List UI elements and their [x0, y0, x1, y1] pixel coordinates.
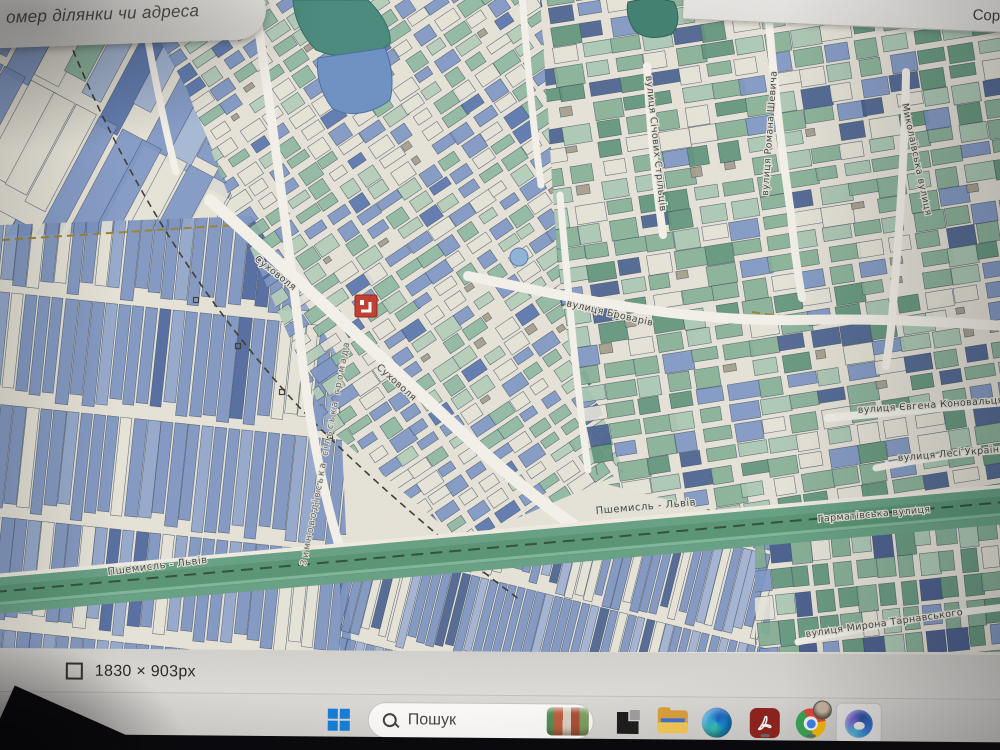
file-explorer-button[interactable]	[656, 705, 690, 739]
taskbar-search-label: Пошук	[407, 711, 457, 729]
acrobat-button[interactable]	[748, 706, 782, 740]
paint-button[interactable]	[835, 702, 882, 745]
taskbar-search-input[interactable]: Пошук	[367, 701, 594, 740]
task-view-button[interactable]	[612, 705, 646, 739]
copilot-button[interactable]: Copilot	[972, 7, 1000, 26]
selection-rectangle-icon	[65, 662, 83, 680]
running-indicator	[806, 734, 816, 738]
cadastral-map[interactable]: Суховоля Суховоля вулиця Броварів вулиця Сі…	[0, 0, 1000, 652]
selection-dimensions: 1830 × 903px	[94, 662, 196, 680]
paint-icon	[844, 709, 873, 738]
windows-logo-icon	[327, 708, 350, 731]
search-icon	[382, 712, 400, 728]
edge-button[interactable]	[700, 706, 734, 740]
selected-parcel-marker[interactable]	[354, 294, 378, 318]
folder-icon	[657, 707, 688, 734]
edge-icon	[701, 707, 732, 738]
running-indicator	[760, 734, 770, 738]
map-search-placeholder: омер ділянки чи адреса	[5, 1, 200, 27]
screen-content: Суховоля Суховоля вулиця Броварів вулиця Сі…	[0, 0, 1000, 750]
bing-daily-image-thumbnail[interactable]	[546, 707, 589, 736]
chrome-button[interactable]	[794, 700, 832, 740]
start-button[interactable]	[322, 703, 356, 737]
task-view-icon	[617, 709, 641, 734]
chrome-profile-avatar	[812, 700, 832, 720]
screen-photo: Суховоля Суховоля вулиця Броварів вулиця Сі…	[0, 0, 1000, 750]
